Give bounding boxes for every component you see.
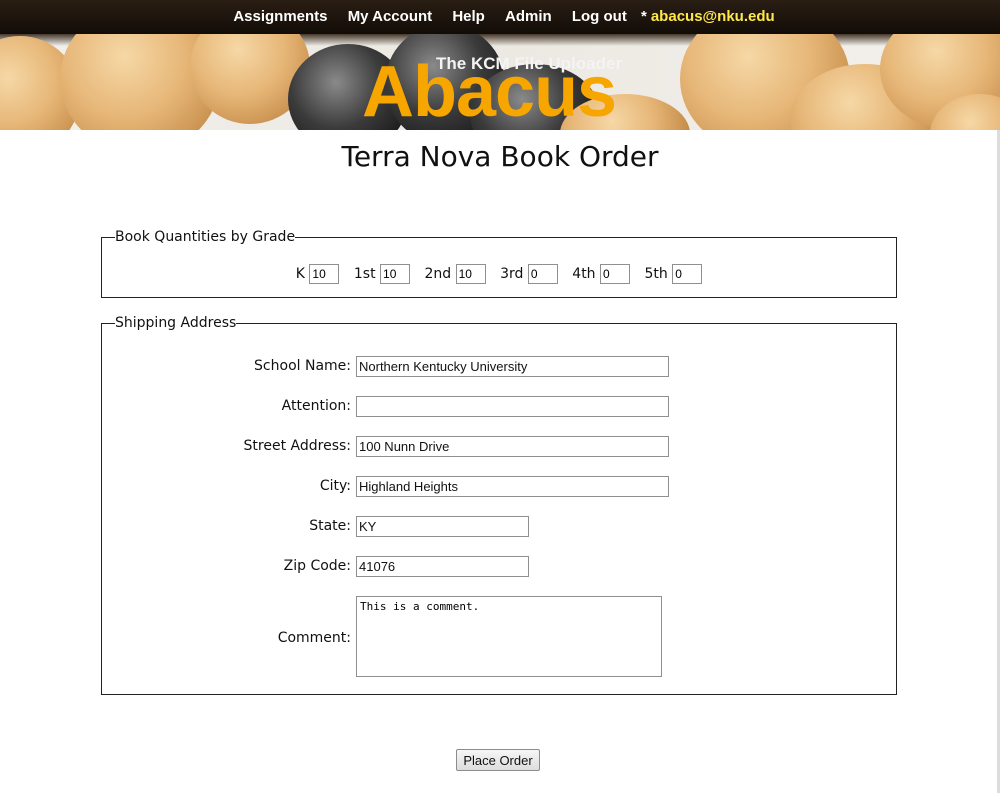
grade-3rd: 3rd bbox=[500, 264, 558, 284]
grade-4th: 4th bbox=[572, 264, 631, 284]
school-name-input[interactable] bbox=[356, 356, 669, 377]
zip-code-input[interactable] bbox=[356, 556, 529, 577]
attention-input[interactable] bbox=[356, 396, 669, 417]
header-banner: Abacus The KCM File Uploader bbox=[0, 34, 1000, 130]
street-address-label: Street Address: bbox=[243, 438, 351, 454]
street-address-row: Street Address: bbox=[102, 436, 896, 458]
grade-1st-input[interactable] bbox=[380, 264, 411, 284]
shipping-address-fieldset: Shipping Address School Name: Attention:… bbox=[101, 315, 897, 695]
grade-row: K 1st 2nd 3rd 4th 5th bbox=[102, 264, 896, 284]
nav-log-out[interactable]: Log out bbox=[572, 8, 627, 25]
street-address-input[interactable] bbox=[356, 436, 669, 457]
attention-row: Attention: bbox=[102, 396, 896, 418]
place-order-button[interactable]: Place Order bbox=[456, 749, 540, 771]
nav-admin[interactable]: Admin bbox=[505, 8, 552, 25]
state-label: State: bbox=[309, 518, 351, 534]
grade-label: 3rd bbox=[500, 266, 524, 282]
top-nav: Assignments My Account Help Admin Log ou… bbox=[0, 0, 1000, 34]
grade-5th-input[interactable] bbox=[672, 264, 703, 284]
grade-4th-input[interactable] bbox=[600, 264, 631, 284]
nav-help[interactable]: Help bbox=[452, 8, 485, 25]
user-email: abacus@nku.edu bbox=[650, 8, 775, 25]
nav-assignments[interactable]: Assignments bbox=[233, 8, 327, 25]
grade-1st: 1st bbox=[353, 264, 411, 284]
comment-label: Comment: bbox=[277, 630, 351, 646]
zip-code-label: Zip Code: bbox=[283, 558, 351, 574]
grade-quantities-legend: Book Quantities by Grade bbox=[115, 229, 296, 245]
page-title: Terra Nova Book Order bbox=[341, 140, 659, 173]
city-row: City: bbox=[102, 476, 896, 498]
attention-label: Attention: bbox=[281, 398, 351, 414]
grade-label: 1st bbox=[353, 266, 376, 282]
grade-2nd: 2nd bbox=[424, 264, 486, 284]
grade-3rd-input[interactable] bbox=[527, 264, 558, 284]
city-label: City: bbox=[319, 478, 351, 494]
school-name-row: School Name: bbox=[102, 356, 896, 378]
grade-label: 2nd bbox=[424, 266, 452, 282]
city-input[interactable] bbox=[356, 476, 669, 497]
grade-5th: 5th bbox=[644, 264, 703, 284]
comment-textarea[interactable]: This is a comment. bbox=[356, 596, 662, 677]
zip-code-row: Zip Code: bbox=[102, 556, 896, 578]
state-input[interactable] bbox=[356, 516, 529, 537]
state-row: State: bbox=[102, 516, 896, 538]
grade-label: 4th bbox=[572, 266, 596, 282]
grade-label: K bbox=[295, 266, 305, 282]
grade-quantities-fieldset: Book Quantities by Grade K 1st 2nd 3rd 4… bbox=[101, 229, 897, 298]
shipping-address-legend: Shipping Address bbox=[115, 315, 237, 331]
grade-label: 5th bbox=[644, 266, 668, 282]
user-marker: * bbox=[641, 8, 647, 25]
banner-subtitle: The KCM File Uploader bbox=[436, 54, 623, 73]
grade-k: K bbox=[296, 264, 340, 284]
grade-2nd-input[interactable] bbox=[455, 264, 486, 284]
nav-my-account[interactable]: My Account bbox=[348, 8, 432, 25]
grade-k-input[interactable] bbox=[309, 264, 340, 284]
school-name-label: School Name: bbox=[254, 358, 351, 374]
